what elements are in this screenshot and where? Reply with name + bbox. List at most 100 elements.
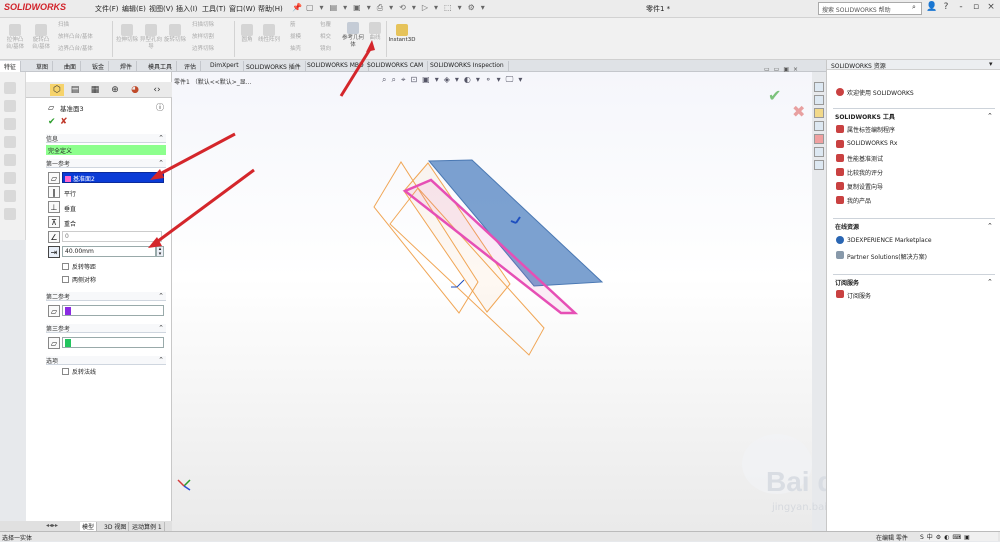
tool-icon[interactable] <box>4 100 16 112</box>
rib-button[interactable]: 筋 <box>290 22 296 29</box>
first-reference-header[interactable]: 第一参考 ⌃ <box>46 159 166 168</box>
flip-normal-checkbox[interactable] <box>62 368 69 375</box>
angle-input[interactable]: 0 <box>62 231 162 242</box>
message-section-header[interactable]: 信息 ⌃ <box>46 134 166 143</box>
quick-access-toolbar[interactable]: ▢▾▤▾▣▾⎙▾⟲▾▷▾⬚▾⚙▾ <box>306 3 496 15</box>
flip-offset-checkbox[interactable] <box>62 263 69 270</box>
draft-button[interactable]: 拔模 <box>290 34 301 41</box>
sweep-cut-button[interactable]: 扫描切除 <box>192 22 214 29</box>
tool-icon[interactable] <box>4 190 16 202</box>
tool-link-rx[interactable]: SOLIDWORKS Rx <box>847 140 897 147</box>
angle-icon[interactable]: ∠ <box>48 231 60 243</box>
tab-dimxpert[interactable]: DimXpert <box>206 61 244 72</box>
help-search-input[interactable]: 搜索 SOLIDWORKS 帮助 <box>818 2 922 15</box>
cancel-button[interactable]: ✘ <box>60 117 68 127</box>
mirror-button[interactable]: 镜向 <box>320 46 331 53</box>
second-reference-header[interactable]: 第二参考 ⌃ <box>46 292 166 301</box>
curves-button[interactable]: 曲线 <box>364 22 386 42</box>
tab-model[interactable]: 模型 <box>80 522 98 531</box>
online-link-marketplace[interactable]: 3DEXPERIENCE Marketplace <box>847 237 932 244</box>
offset-distance-icon[interactable]: ⇥ <box>48 246 60 258</box>
tab-sheet-metal[interactable]: 钣金 <box>88 61 110 72</box>
pin-icon[interactable]: 📌 <box>292 3 302 12</box>
coincident-option[interactable]: 重合 <box>64 219 76 228</box>
tool-link-copy-settings[interactable]: 复制设置向导 <box>847 182 883 191</box>
spinner-button[interactable]: ▴ ▾ <box>156 246 164 257</box>
third-reference-header[interactable]: 第三参考 ⌃ <box>46 324 166 333</box>
feature-manager-icon[interactable]: ⬡ <box>50 84 64 96</box>
chevron-up-icon[interactable]: ⌃ <box>987 278 993 286</box>
tool-link-property-tab-builder[interactable]: 属性标签编制程序 <box>847 125 895 134</box>
pm-help-icon[interactable]: ⓘ <box>156 102 164 113</box>
loft-boss-button[interactable]: 放样凸台/基体 <box>58 34 93 41</box>
boundary-boss-button[interactable]: 边界凸台/基体 <box>58 46 93 53</box>
parallel-icon[interactable]: ∥ <box>48 186 60 198</box>
revolve-cut-button[interactable]: 旋转切除 <box>164 24 186 44</box>
restore-button[interactable]: ▫ <box>970 2 982 15</box>
tab-solidworks-mbd[interactable]: SOLIDWORKS MBD <box>303 61 369 72</box>
tab-mold-tools[interactable]: 模具工具 <box>144 61 178 72</box>
forum-icon[interactable] <box>814 160 824 170</box>
chevron-up-icon[interactable]: ⌃ <box>987 112 993 120</box>
tab-motion-study[interactable]: 运动算例 1 <box>130 522 165 531</box>
menu-view[interactable]: 视图(V) <box>149 4 173 14</box>
perpendicular-icon[interactable]: ⊥ <box>48 201 60 213</box>
hole-wizard-button[interactable]: 异型孔向导 <box>140 24 162 51</box>
tool-icon[interactable] <box>4 118 16 130</box>
tab-evaluate[interactable]: 评估 <box>180 61 202 72</box>
tool-icon[interactable] <box>4 136 16 148</box>
parallel-option[interactable]: 平行 <box>64 189 76 198</box>
options-header[interactable]: 选项 ⌃ <box>46 356 166 365</box>
subscription-link[interactable]: 订阅服务 <box>847 291 871 300</box>
search-icon[interactable]: ⌕ <box>912 3 916 12</box>
help-icon[interactable]: ? <box>940 2 952 15</box>
welcome-link[interactable]: 欢迎使用 SOLIDWORKS <box>847 88 914 97</box>
loft-cut-button[interactable]: 放样切割 <box>192 34 214 41</box>
menu-help[interactable]: 帮助(H) <box>258 4 283 14</box>
reference-geometry-button[interactable]: 参考几何体 <box>342 22 364 49</box>
mid-plane-checkbox[interactable] <box>62 276 69 283</box>
revolve-boss-button[interactable]: 旋转凸台/基体 <box>30 24 52 51</box>
extrude-cut-button[interactable]: 拉伸切除 <box>116 24 138 44</box>
tab-3d-views[interactable]: 3D 视图 <box>102 522 130 531</box>
graphics-area[interactable]: 零件1 （默认<<默认>_显... ⌕⌕⌖⊡▣▾◈▾◐▾⚬▾🖵▾ ▭▭▣× ✔ … <box>172 66 915 531</box>
tab-surfaces[interactable]: 曲面 <box>60 61 82 72</box>
distance-input[interactable]: 40.00mm <box>62 246 156 257</box>
linear-pattern-button[interactable]: 线性阵列 <box>258 24 280 44</box>
extrude-boss-button[interactable]: 拉伸凸台/基体 <box>4 24 26 51</box>
intersect-button[interactable]: 相交 <box>320 34 331 41</box>
coincident-icon[interactable]: ⊼ <box>48 216 60 228</box>
more-tabs-icon[interactable]: ‹› <box>150 84 164 96</box>
perpendicular-option[interactable]: 垂直 <box>64 204 76 213</box>
dimxpert-manager-icon[interactable]: ⊕ <box>108 84 122 96</box>
tool-icon[interactable] <box>4 172 16 184</box>
close-button[interactable]: × <box>985 2 997 15</box>
menu-insert[interactable]: 插入(I) <box>176 4 198 14</box>
tool-link-benchmark[interactable]: 性能基准测试 <box>847 154 883 163</box>
tab-solidworks-inspection[interactable]: SOLIDWORKS Inspection <box>426 61 509 72</box>
file-explorer-icon[interactable] <box>814 108 824 118</box>
user-icon[interactable]: 👤 <box>926 2 938 15</box>
custom-properties-icon[interactable] <box>814 147 824 157</box>
sweep-button[interactable]: 扫描 <box>58 22 69 29</box>
configuration-manager-icon[interactable]: ▦ <box>88 84 102 96</box>
appearances-icon[interactable] <box>814 134 824 144</box>
chevron-up-icon[interactable]: ⌃ <box>987 222 993 230</box>
home-icon[interactable] <box>814 82 824 92</box>
tool-link-my-products[interactable]: 我的产品 <box>847 196 871 205</box>
tab-sketch[interactable]: 草图 <box>32 61 54 72</box>
view-palette-icon[interactable] <box>814 121 824 131</box>
display-manager-icon[interactable]: ◕ <box>128 84 142 96</box>
minimize-button[interactable]: - <box>955 2 967 15</box>
tab-solidworks-cam[interactable]: SOLIDWORKS CAM <box>363 61 429 72</box>
tab-scroll-arrows[interactable]: ◂◂▸▸ <box>46 522 58 529</box>
ok-button[interactable]: ✔ <box>48 117 56 127</box>
fillet-button[interactable]: 圆角 <box>236 24 258 44</box>
tool-icon[interactable] <box>4 208 16 220</box>
second-reference-field[interactable] <box>62 305 164 316</box>
online-link-partner[interactable]: Partner Solutions(解决方案) <box>847 252 927 261</box>
wrap-button[interactable]: 包覆 <box>320 22 331 29</box>
third-reference-field[interactable] <box>62 337 164 348</box>
tool-link-compare-score[interactable]: 比较我的评分 <box>847 168 883 177</box>
design-library-icon[interactable] <box>814 95 824 105</box>
